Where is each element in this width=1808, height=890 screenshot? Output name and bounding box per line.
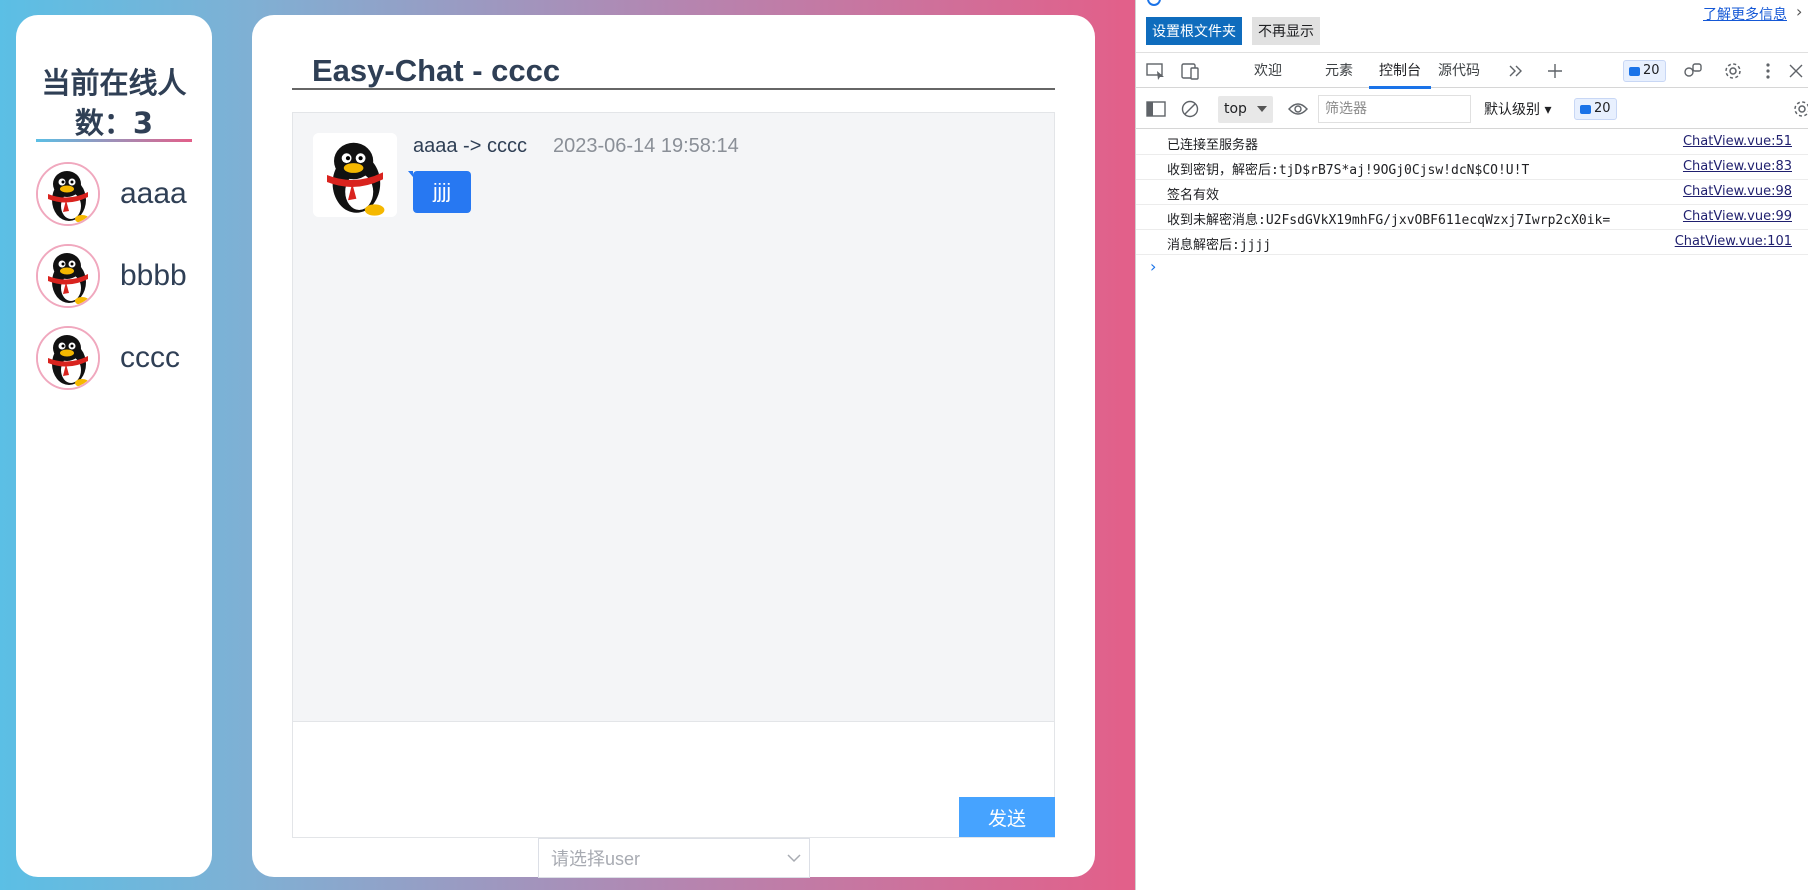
user-item-bbbb[interactable]: bbbb — [36, 243, 206, 309]
console-message: 消息解密后:jjjj ChatView.vue:101 — [1136, 230, 1808, 255]
prompt-chevron-icon: › — [1150, 257, 1157, 276]
select-placeholder: 请选择user — [551, 849, 641, 869]
user-item-cccc[interactable]: cccc — [36, 325, 206, 391]
chat-message: aaaa -> cccc 2023-06-14 19:58:14 jjjj — [313, 133, 1033, 223]
log-source-link[interactable]: ChatView.vue:99 — [1683, 209, 1792, 224]
close-icon[interactable] — [1786, 61, 1806, 81]
filter-input[interactable] — [1318, 95, 1471, 123]
gear-icon[interactable] — [1723, 61, 1743, 81]
message-icon — [1629, 66, 1640, 76]
devtools-panel: 设置根文件夹 不再显示 了解更多信息 › 欢迎 元素 控制台 源代码 20 to… — [1135, 0, 1808, 890]
send-button[interactable]: 发送 — [959, 797, 1055, 837]
penguin-avatar-icon — [38, 246, 98, 306]
learn-more-link[interactable]: 了解更多信息 — [1703, 4, 1787, 24]
dont-show-again-button[interactable]: 不再显示 — [1252, 17, 1320, 45]
avatar — [36, 326, 100, 390]
sidebar-toggle-icon[interactable] — [1146, 99, 1166, 119]
log-level-label: 默认级别 — [1484, 102, 1540, 118]
log-source-link[interactable]: ChatView.vue:98 — [1683, 184, 1792, 199]
avatar — [36, 162, 100, 226]
online-users-panel: 当前在线人数：3 aaaa bbbb cccc — [16, 15, 212, 877]
gear-icon[interactable] — [1792, 99, 1808, 119]
user-name: aaaa — [120, 177, 187, 210]
console-message: 已连接至服务器 ChatView.vue:51 — [1136, 130, 1808, 155]
message-bubble: jjjj — [408, 171, 471, 213]
log-level-select[interactable]: 默认级别 ▾ — [1484, 99, 1551, 119]
console-log: 已连接至服务器 ChatView.vue:51 收到密钥，解密后:tjD$rB7… — [1136, 130, 1808, 280]
network-conditions-icon[interactable] — [1683, 61, 1703, 81]
online-count-title: 当前在线人数：3 — [41, 66, 187, 140]
log-source-link[interactable]: ChatView.vue:83 — [1683, 159, 1792, 174]
user-item-aaaa[interactable]: aaaa — [36, 161, 206, 227]
tab-sources[interactable]: 源代码 — [1438, 53, 1480, 89]
message-input[interactable] — [292, 722, 1055, 838]
issues-count: 20 — [1643, 63, 1660, 78]
message-list[interactable]: aaaa -> cccc 2023-06-14 19:58:14 jjjj — [292, 112, 1055, 722]
context-select[interactable]: top — [1218, 96, 1273, 123]
console-toolbar: top 默认级别 ▾ 20 — [1136, 89, 1808, 129]
recipient-select[interactable]: 请选择user — [538, 838, 810, 878]
tab-console[interactable]: 控制台 — [1369, 53, 1431, 89]
title-divider — [292, 88, 1055, 90]
issues-badge[interactable]: 20 — [1623, 60, 1666, 82]
set-root-folder-button[interactable]: 设置根文件夹 — [1146, 17, 1242, 45]
tab-welcome[interactable]: 欢迎 — [1254, 53, 1282, 89]
tab-elements[interactable]: 元素 — [1325, 53, 1353, 89]
more-options-icon[interactable] — [1758, 61, 1778, 81]
avatar — [313, 133, 397, 217]
log-text: 收到密钥，解密后:tjD$rB7S*aj!9OGj0Cjsw!dcN$CO!U!… — [1167, 163, 1530, 178]
console-message: 收到未解密消息:U2FsdGVkX19mhFG/jxvOBF611ecqWzxj… — [1136, 205, 1808, 230]
user-name: cccc — [120, 341, 180, 374]
penguin-avatar-icon — [38, 164, 98, 224]
log-text: 签名有效 — [1167, 188, 1220, 203]
devtools-infobar: 设置根文件夹 不再显示 了解更多信息 › — [1136, 0, 1808, 50]
chevron-right-icon[interactable]: › — [1796, 2, 1802, 21]
message-icon — [1580, 104, 1591, 114]
clear-console-icon[interactable] — [1180, 99, 1200, 119]
log-source-link[interactable]: ChatView.vue:101 — [1675, 234, 1792, 249]
add-tab-icon[interactable] — [1545, 61, 1565, 81]
log-source-link[interactable]: ChatView.vue:51 — [1683, 134, 1792, 149]
info-icon — [1147, 0, 1161, 6]
messages-badge[interactable]: 20 — [1574, 98, 1617, 120]
devtools-main-toolbar: 欢迎 元素 控制台 源代码 20 — [1136, 52, 1808, 89]
messages-count: 20 — [1594, 101, 1611, 116]
user-name: bbbb — [120, 259, 187, 292]
chat-title: Easy-Chat - cccc — [312, 53, 561, 88]
avatar — [36, 244, 100, 308]
device-emulation-icon[interactable] — [1180, 61, 1200, 81]
log-text: 已连接至服务器 — [1167, 138, 1259, 153]
log-text: 消息解密后:jjjj — [1167, 238, 1272, 253]
inspect-element-icon[interactable] — [1146, 61, 1166, 81]
penguin-avatar-icon — [38, 328, 98, 388]
eye-icon[interactable] — [1288, 99, 1308, 119]
caret-down-icon: ▾ — [1544, 102, 1552, 118]
more-tabs-icon[interactable] — [1506, 61, 1526, 81]
console-prompt[interactable]: › — [1136, 255, 1808, 280]
console-message: 签名有效 ChatView.vue:98 — [1136, 180, 1808, 205]
console-message: 收到密钥，解密后:tjD$rB7S*aj!9OGj0Cjsw!dcN$CO!U!… — [1136, 155, 1808, 180]
title-divider — [36, 139, 192, 142]
penguin-avatar-icon — [313, 133, 397, 217]
chat-panel: Easy-Chat - cccc aaaa -> cccc 2023-06-14… — [252, 15, 1095, 878]
message-sender: aaaa -> cccc — [413, 135, 527, 157]
log-text: 收到未解密消息:U2FsdGVkX19mhFG/jxvOBF611ecqWzxj… — [1167, 213, 1611, 228]
chevron-down-icon — [779, 848, 809, 868]
message-timestamp: 2023-06-14 19:58:14 — [553, 135, 739, 157]
